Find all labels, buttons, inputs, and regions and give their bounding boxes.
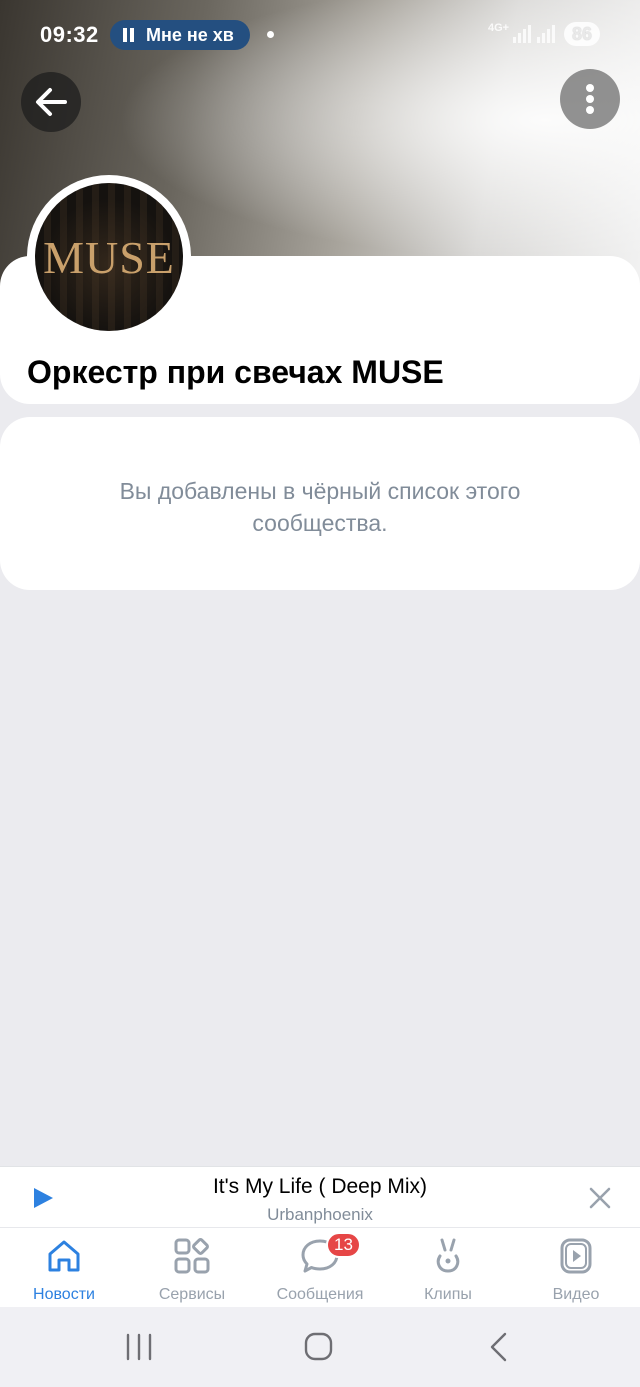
media-indicator[interactable]: Мне не хв [110,20,250,50]
tab-label: Новости [33,1286,95,1303]
recent-apps-icon[interactable] [119,1331,159,1363]
tab-clips[interactable]: Клипы [384,1228,512,1308]
avatar-logo-text: MUSE [43,232,175,283]
blacklist-message-card: Вы добавлены в чёрный список этого сообщ… [0,417,640,590]
media-indicator-text: Мне не хв [146,25,234,45]
tab-bar: Новости Сервисы 13 Сообщения Клипы Видео [0,1227,640,1308]
video-icon [560,1238,592,1274]
mini-player[interactable]: It's My Life ( Deep Mix) Urbanphoenix [0,1166,640,1227]
signal-icon-2 [537,25,555,43]
notification-dot-icon [267,31,274,38]
battery-icon: 86 [564,22,600,46]
tab-services[interactable]: Сервисы [128,1228,256,1308]
home-icon [48,1240,80,1272]
status-bar: 09:32 Мне не хв 4G+ 86 [0,0,640,70]
blacklist-message: Вы добавлены в чёрный список этого сообщ… [119,478,521,536]
system-nav-bar [0,1307,640,1387]
tab-label: Сообщения [276,1286,364,1303]
pause-icon [122,28,136,42]
group-avatar[interactable]: MUSE [35,183,183,331]
battery-level: 86 [571,24,593,44]
tab-video[interactable]: Видео [512,1228,640,1308]
unread-badge: 13 [326,1232,361,1258]
more-vertical-icon [586,84,594,114]
tab-messages[interactable]: 13 Сообщения [256,1228,384,1308]
tab-label: Сервисы [158,1286,226,1303]
clips-icon [436,1238,460,1273]
track-title: It's My Life ( Deep Mix) [212,1175,428,1198]
more-button[interactable] [560,69,620,129]
arrow-left-icon [36,88,67,116]
signal-icon [513,25,531,43]
services-icon [174,1238,210,1274]
tab-label: Клипы [424,1286,472,1303]
track-artist: Urbanphoenix [267,1205,373,1224]
back-button[interactable] [21,72,81,132]
close-icon[interactable] [588,1186,612,1210]
group-title: Оркестр при свечах MUSE [27,354,444,390]
home-nav-icon[interactable] [298,1331,338,1363]
tab-label: Видео [552,1286,600,1303]
back-nav-icon[interactable] [478,1331,518,1363]
tab-news[interactable]: Новости [0,1228,128,1308]
network-type: 4G+ [488,22,510,34]
status-time: 09:32 [40,22,99,47]
